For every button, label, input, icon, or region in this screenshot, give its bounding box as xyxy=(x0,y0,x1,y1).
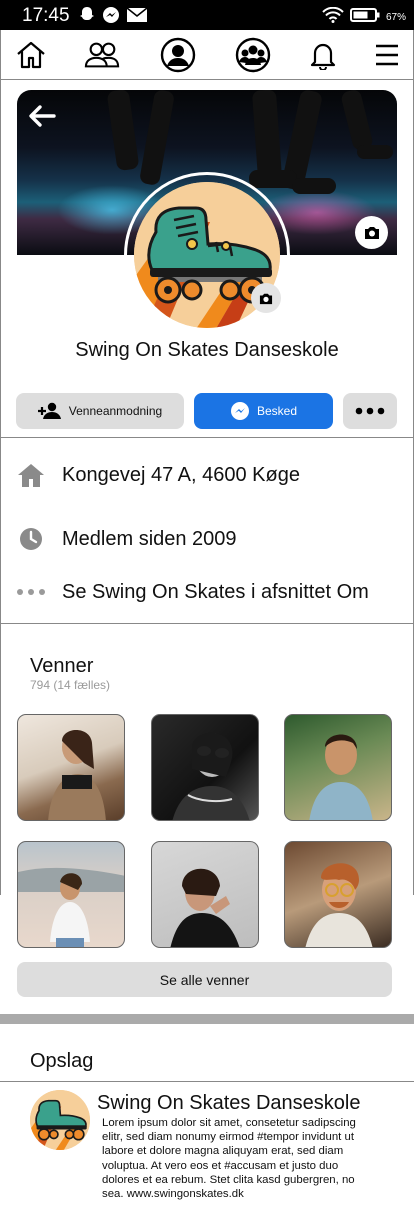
profile-icon[interactable] xyxy=(160,37,196,73)
clock-icon xyxy=(16,524,46,554)
post-body: Lorem ipsum dolor sit amet, consetetur s… xyxy=(102,1117,356,1201)
camera-icon xyxy=(364,227,379,239)
friends-title: Venner xyxy=(30,655,94,677)
top-nav xyxy=(0,30,414,80)
divider xyxy=(0,623,414,624)
message-button[interactable]: Besked xyxy=(194,393,333,429)
add-friend-icon xyxy=(37,402,62,420)
post-avatar[interactable] xyxy=(30,1090,90,1150)
house-icon xyxy=(16,460,46,490)
battery-percent: 67% xyxy=(385,12,406,23)
see-all-friends-button[interactable]: Se alle venner xyxy=(17,962,392,997)
friend-request-label: Venneanmodning xyxy=(68,404,163,418)
ellipsis-icon xyxy=(16,577,46,607)
friend-photo[interactable] xyxy=(151,714,259,821)
member-since-text: Medlem siden 2009 xyxy=(62,528,237,550)
message-label: Besked xyxy=(256,404,298,418)
wifi-icon xyxy=(322,6,344,28)
cover-camera-button[interactable] xyxy=(355,216,388,249)
friend-photo[interactable] xyxy=(284,841,392,948)
home-icon[interactable] xyxy=(13,38,49,72)
groups-icon[interactable] xyxy=(235,37,271,73)
info-member-since: Medlem siden 2009 xyxy=(0,524,414,554)
about-link[interactable]: Se Swing On Skates i afsnittet Om xyxy=(62,581,369,604)
friend-photo[interactable] xyxy=(284,714,392,821)
divider xyxy=(0,1081,414,1082)
avatar-camera-button[interactable] xyxy=(251,283,281,313)
menu-icon[interactable] xyxy=(369,38,405,72)
bell-icon[interactable] xyxy=(305,38,341,72)
snapchat-icon xyxy=(78,6,96,29)
roller-skate-logo xyxy=(30,1090,90,1150)
profile-name: Swing On Skates Danseskole xyxy=(75,339,339,361)
post-author[interactable]: Swing On Skates Danseskole xyxy=(97,1092,360,1115)
mail-icon xyxy=(126,6,148,29)
info-address: Kongevej 47 A, 4600 Køge xyxy=(0,460,414,490)
more-options-button[interactable] xyxy=(343,393,397,429)
camera-icon xyxy=(259,293,273,304)
section-separator xyxy=(0,1014,414,1024)
address-text: Kongevej 47 A, 4600 Køge xyxy=(62,464,300,486)
info-about[interactable]: Se Swing On Skates i afsnittet Om xyxy=(0,577,414,607)
friends-count: 794 (14 fælles) xyxy=(30,678,111,692)
friend-photo[interactable] xyxy=(17,841,125,948)
messenger-icon xyxy=(102,6,120,29)
friend-photo[interactable] xyxy=(17,714,125,821)
friend-request-button[interactable]: Venneanmodning xyxy=(16,393,184,429)
friend-photo[interactable] xyxy=(151,841,259,948)
more-dots-icon xyxy=(355,407,385,415)
back-arrow-icon xyxy=(29,105,56,127)
back-button[interactable] xyxy=(24,100,60,132)
status-bar: 17:45 67% xyxy=(0,0,414,30)
status-time: 17:45 xyxy=(22,5,70,26)
posts-title: Opslag xyxy=(30,1050,94,1072)
battery-icon xyxy=(349,7,380,28)
divider xyxy=(0,437,414,438)
friends-icon[interactable] xyxy=(84,38,120,72)
messenger-icon xyxy=(230,401,250,421)
